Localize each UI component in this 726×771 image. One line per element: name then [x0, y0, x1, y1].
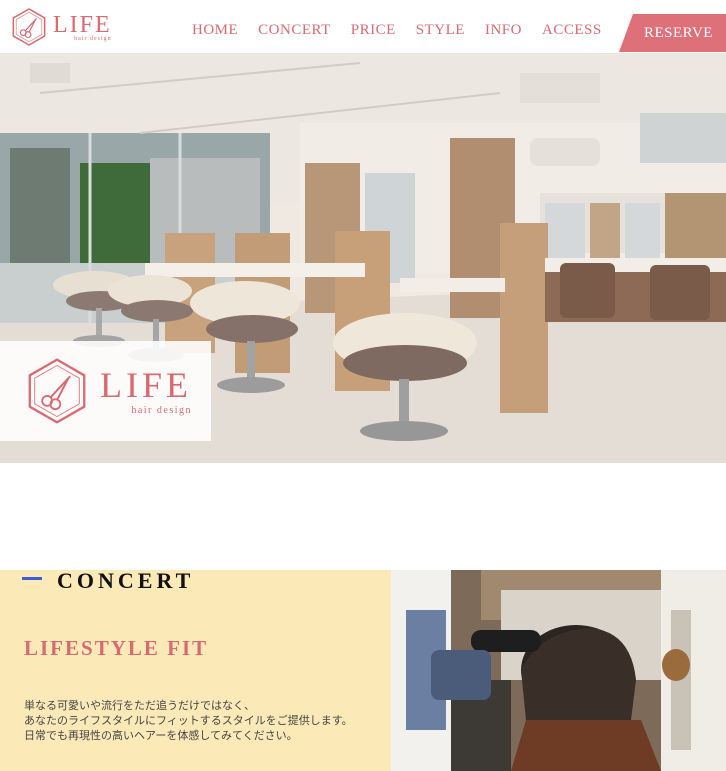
logo-wordmark: LIFE	[53, 11, 112, 38]
reserve-button[interactable]: RESERVE	[619, 14, 726, 52]
scissors-hexagon-logo-icon	[28, 358, 86, 424]
concert-heading: CONCERT	[57, 568, 195, 593]
scissors-hexagon-logo-icon	[12, 8, 46, 46]
reserve-button-label: RESERVE	[644, 24, 713, 41]
concert-section: CONCERT LIFESTYLE FIT 単なる可愛いや流行をただ追うだけでは…	[0, 568, 726, 771]
nav-concert[interactable]: CONCERT	[258, 22, 331, 39]
concert-subheading: LIFESTYLE FIT	[24, 636, 209, 660]
hair-treatment-photo-illustration	[391, 570, 726, 771]
logo-tagline: hair design	[74, 35, 112, 42]
concert-line-1: 単なる可愛いや流行をただ追うだけではなく、	[24, 699, 255, 712]
main-nav: HOME CONCERT PRICE STYLE INFO ACCESS	[192, 22, 602, 39]
nav-price[interactable]: PRICE	[351, 22, 396, 39]
hero-logo-card: LIFE hair design	[0, 341, 211, 441]
nav-access[interactable]: ACCESS	[542, 22, 602, 39]
nav-home[interactable]: HOME	[192, 22, 238, 39]
site-header: LIFE hair design HOME CONCERT PRICE STYL…	[0, 0, 726, 53]
nav-style[interactable]: STYLE	[416, 22, 465, 39]
hero-salon-photo: LIFE hair design	[0, 53, 726, 463]
hero-logo-tagline: hair design	[131, 404, 192, 416]
section-accent-line	[22, 577, 42, 580]
hero-logo-wordmark: LIFE	[100, 364, 192, 405]
concert-description: 単なる可愛いや流行をただ追うだけではなく、 あなたのライフスタイルにフィットする…	[24, 698, 353, 743]
concert-text-panel: CONCERT LIFESTYLE FIT 単なる可愛いや流行をただ追うだけでは…	[0, 568, 391, 771]
header-logo[interactable]: LIFE hair design	[10, 8, 112, 46]
concert-photo	[391, 570, 726, 771]
nav-info[interactable]: INFO	[485, 22, 522, 39]
concert-line-3: 日常でも再現性の高いヘアーを体感してみてください。	[24, 729, 298, 742]
concert-line-2: あなたのライフスタイルにフィットするスタイルをご提供します。	[24, 714, 353, 727]
